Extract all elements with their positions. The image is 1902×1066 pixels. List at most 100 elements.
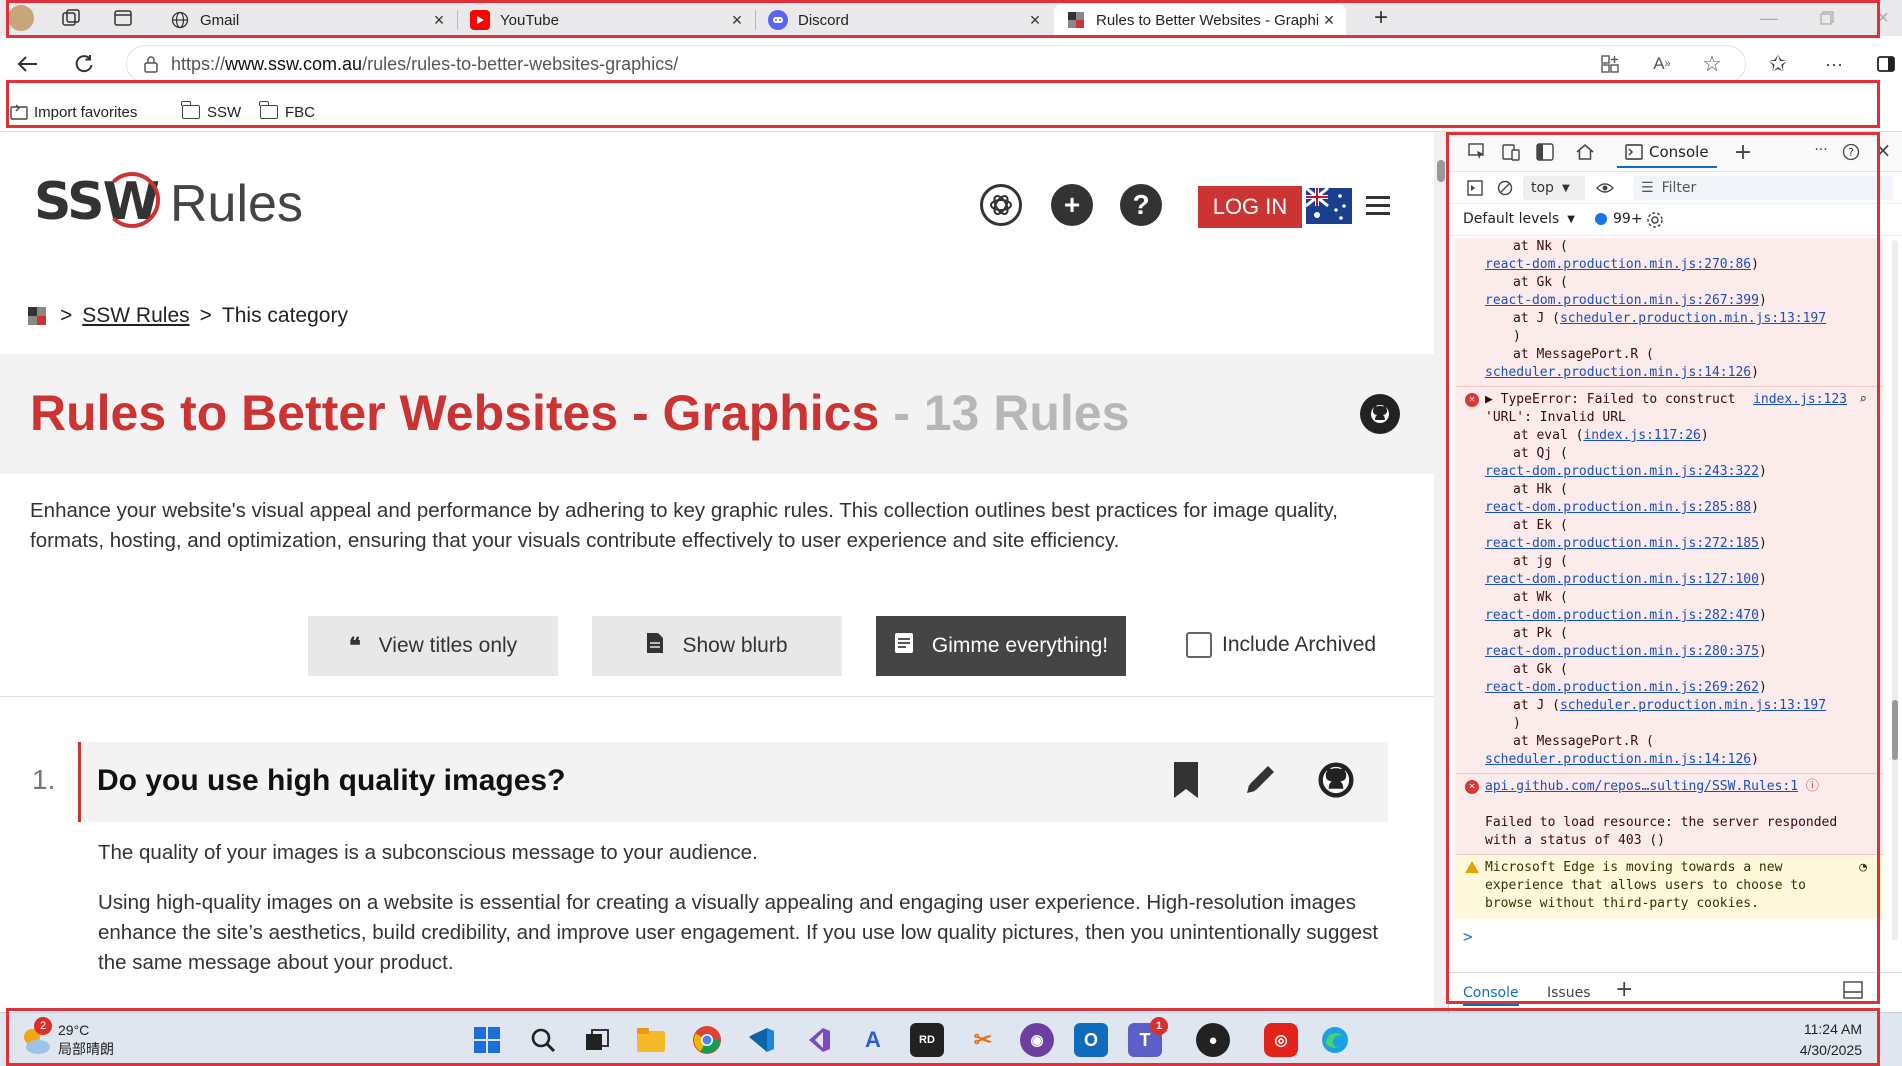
minimize-icon[interactable]: — xyxy=(1756,5,1782,31)
sidebar-toggle-icon[interactable] xyxy=(1870,48,1902,80)
checkbox-box[interactable] xyxy=(1186,632,1212,658)
stack-source-link[interactable]: react-dom.production.min.js:280:375 xyxy=(1485,644,1759,659)
rules-logo-text[interactable]: Rules xyxy=(170,174,303,234)
ssw-breadcrumb-icon[interactable] xyxy=(28,307,46,325)
login-button[interactable]: LOG IN xyxy=(1198,186,1302,228)
rider-icon[interactable]: RD xyxy=(910,1023,944,1057)
stack-source-link[interactable]: react-dom.production.min.js:272:185 xyxy=(1485,536,1759,551)
dock-side-icon[interactable] xyxy=(1533,140,1557,164)
rule-github-icon[interactable] xyxy=(1314,758,1358,802)
favorite-star-icon[interactable]: ☆ xyxy=(1696,48,1728,80)
console-prompt[interactable]: > xyxy=(1455,919,1883,946)
back-arrow-icon[interactable] xyxy=(12,48,44,80)
drawer-dock-icon[interactable] xyxy=(1843,981,1863,1003)
task-view-icon[interactable] xyxy=(580,1023,614,1057)
console-settings-gear-icon[interactable] xyxy=(1643,208,1667,232)
drawer-tab-issues[interactable]: Issues xyxy=(1547,985,1591,1001)
tab-console[interactable]: Console xyxy=(1617,138,1717,168)
favorite-folder-fbc[interactable]: FBC xyxy=(259,100,315,124)
tab-gmail[interactable]: Gmail × xyxy=(158,4,456,36)
expand-triangle-icon[interactable]: ▶ xyxy=(1485,392,1493,407)
cookie-icon[interactable]: ◔ xyxy=(1859,859,1867,877)
close-tab-icon[interactable]: × xyxy=(1024,10,1046,31)
stack-source-link[interactable]: scheduler.production.min.js:13:197 xyxy=(1560,698,1826,713)
system-clock[interactable]: 11:24 AM 4/30/2025 xyxy=(1800,1019,1862,1061)
devtools-scrollbar[interactable] xyxy=(1890,240,1900,940)
error-source-link[interactable]: index.js:123 xyxy=(1753,391,1847,409)
welcome-home-icon[interactable] xyxy=(1573,140,1597,164)
drawer-tab-console[interactable]: Console xyxy=(1463,985,1519,1006)
outlook-icon[interactable]: O xyxy=(1074,1023,1108,1057)
app-available-icon[interactable] xyxy=(1594,48,1626,80)
refresh-icon[interactable] xyxy=(68,48,100,80)
drawer-add-icon[interactable]: + xyxy=(1615,977,1633,1002)
console-messages[interactable]: at Nk (react-dom.production.min.js:270:8… xyxy=(1455,238,1883,958)
add-panel-icon[interactable]: + xyxy=(1731,140,1755,165)
hamburger-menu-icon[interactable] xyxy=(1366,196,1390,220)
read-aloud-icon[interactable]: A» xyxy=(1646,48,1678,80)
github-desktop-icon[interactable]: ◉ xyxy=(1020,1023,1054,1057)
close-tab-icon[interactable]: × xyxy=(1318,10,1340,31)
show-sidebar-icon[interactable] xyxy=(1463,176,1487,200)
stack-source-link[interactable]: scheduler.production.min.js:13:197 xyxy=(1560,311,1826,326)
new-tab-icon[interactable]: + xyxy=(1368,4,1394,31)
scrollbar-thumb[interactable] xyxy=(1437,160,1445,182)
teams-icon[interactable]: T 1 xyxy=(1128,1017,1168,1057)
view-titles-only-button[interactable]: ❝ View titles only xyxy=(308,616,558,676)
app-icon-a[interactable]: A xyxy=(856,1023,890,1057)
show-blurb-button[interactable]: Show blurb xyxy=(592,616,842,676)
import-favorites[interactable]: Import favorites xyxy=(10,100,137,124)
close-window-icon[interactable]: × xyxy=(1870,5,1896,31)
favorites-icon[interactable]: ✩ xyxy=(1762,48,1794,80)
more-menu-icon[interactable]: ··· xyxy=(1818,48,1850,80)
australia-flag-icon[interactable] xyxy=(1306,188,1352,224)
rule-title[interactable]: Do you use high quality images? xyxy=(97,764,565,798)
close-tab-icon[interactable]: × xyxy=(726,10,748,31)
snipping-tool-icon[interactable]: ✂ xyxy=(966,1023,1000,1057)
stack-source-link[interactable]: index.js:117:26 xyxy=(1583,428,1700,443)
device-emulation-icon[interactable] xyxy=(1499,140,1523,164)
devtools-more-icon[interactable]: ··· xyxy=(1809,138,1833,162)
filter-input[interactable]: ☰ Filter xyxy=(1633,176,1893,200)
issue-badge-icon[interactable]: ⓘ xyxy=(1806,779,1819,794)
devtools-help-icon[interactable]: ? xyxy=(1839,140,1863,164)
visual-studio-icon[interactable] xyxy=(800,1023,834,1057)
edge-icon[interactable] xyxy=(1318,1023,1352,1057)
search-icon[interactable] xyxy=(526,1023,560,1057)
clear-console-icon[interactable] xyxy=(1493,176,1517,200)
stack-source-link[interactable]: react-dom.production.min.js:285:88 xyxy=(1485,500,1751,515)
stack-source-link[interactable]: react-dom.production.min.js:267:399 xyxy=(1485,293,1759,308)
live-expression-eye-icon[interactable] xyxy=(1593,176,1617,200)
tab-actions-icon[interactable] xyxy=(110,5,136,31)
close-devtools-icon[interactable]: × xyxy=(1871,138,1895,162)
tab-youtube[interactable]: YouTube × xyxy=(458,4,754,36)
scrollbar-thumb[interactable] xyxy=(1892,700,1898,760)
profile-avatar[interactable] xyxy=(8,5,34,31)
favorite-folder-ssw[interactable]: SSW xyxy=(181,100,241,124)
page-scrollbar[interactable] xyxy=(1434,132,1448,1012)
add-rule-icon[interactable]: + xyxy=(1051,184,1093,226)
issues-counter[interactable]: 99+ xyxy=(1595,211,1643,227)
default-levels-dropdown[interactable]: Default levels ▼ xyxy=(1463,211,1575,227)
context-selector[interactable]: top ▼ xyxy=(1523,176,1585,200)
stack-source-link[interactable]: react-dom.production.min.js:243:322 xyxy=(1485,464,1759,479)
chatgpt-icon[interactable] xyxy=(980,184,1022,226)
chrome-icon[interactable] xyxy=(690,1023,724,1057)
close-tab-icon[interactable]: × xyxy=(428,10,450,31)
bookmark-icon[interactable] xyxy=(1164,758,1208,802)
stack-source-link[interactable]: react-dom.production.min.js:270:86 xyxy=(1485,257,1751,272)
lock-icon[interactable] xyxy=(143,55,159,73)
github-icon[interactable] xyxy=(1360,394,1400,434)
include-archived-checkbox[interactable]: Include Archived xyxy=(1186,632,1376,658)
stack-source-link[interactable]: scheduler.production.min.js:14:126 xyxy=(1485,365,1751,380)
help-icon[interactable]: ? xyxy=(1120,184,1162,226)
gimme-everything-button[interactable]: Gimme everything! xyxy=(876,616,1126,676)
netease-music-icon[interactable]: ◎ xyxy=(1264,1023,1298,1057)
weather-text[interactable]: 29°C 局部晴朗 xyxy=(58,1021,114,1059)
tab-discord[interactable]: Discord × xyxy=(756,4,1052,36)
inspect-icon[interactable] xyxy=(1465,140,1489,164)
stack-source-link[interactable]: react-dom.production.min.js:269:262 xyxy=(1485,680,1759,695)
vscode-icon[interactable] xyxy=(744,1023,778,1057)
tab-ssw-rules[interactable]: Rules to Better Websites - Graphi × xyxy=(1054,4,1346,36)
restore-icon[interactable] xyxy=(1814,5,1840,31)
